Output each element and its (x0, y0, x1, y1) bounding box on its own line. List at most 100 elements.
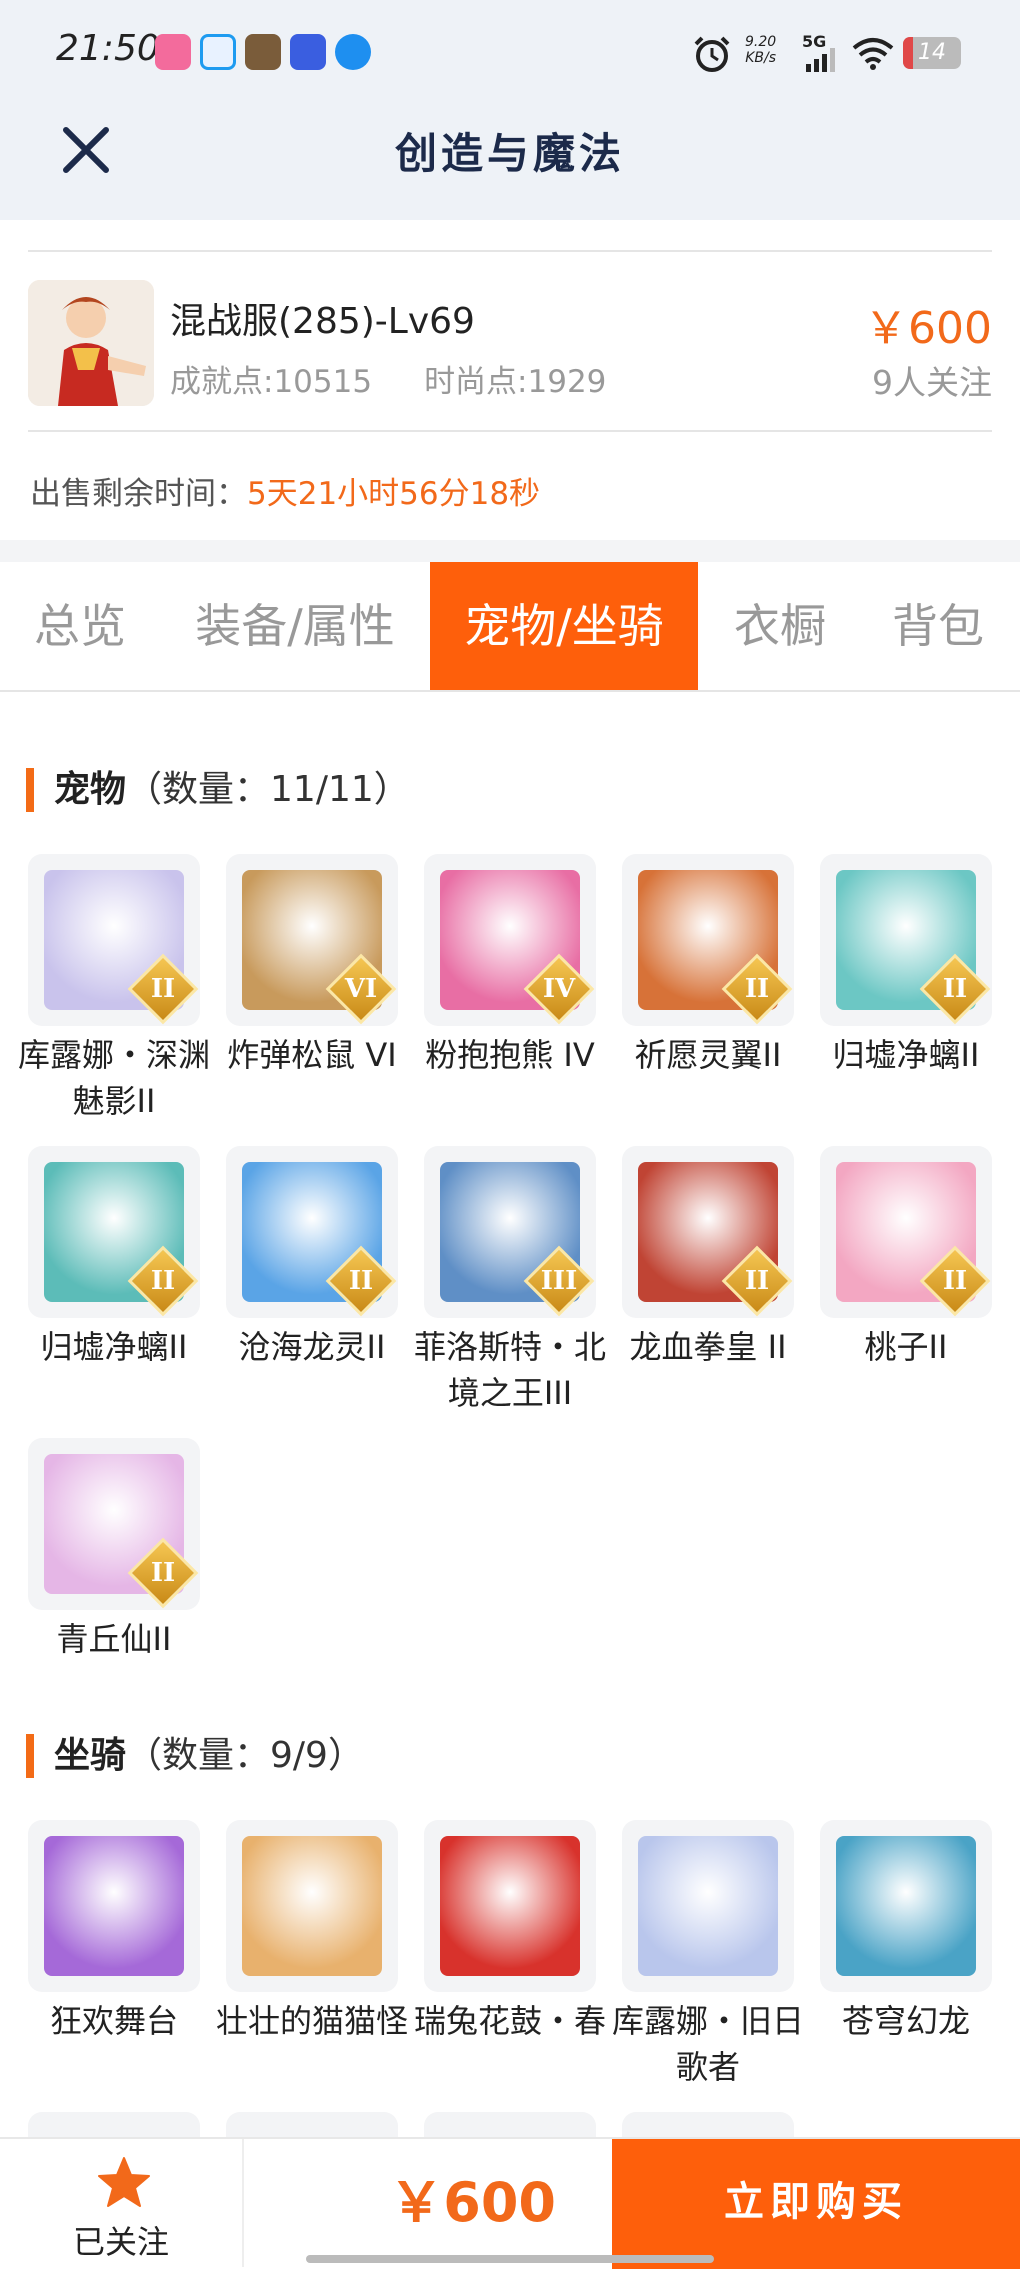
grid-item[interactable]: II 沧海龙灵II (226, 1146, 398, 1370)
grid-item[interactable]: II 归墟净螭II (28, 1146, 200, 1370)
k-app-icon (335, 34, 371, 70)
grid-item[interactable]: II 归墟净螭II (820, 854, 992, 1078)
product-price: ￥600 (864, 303, 992, 354)
item-label: 菲洛斯特・北境之王III (413, 1328, 606, 1412)
tier-badge-text: II (150, 974, 176, 1004)
follow-label: 已关注 (72, 2223, 169, 2261)
bilibili-icon (155, 34, 191, 70)
grid-item[interactable]: 苍穹幻龙 (820, 1820, 992, 2044)
tab-backpack[interactable]: 背包 (868, 562, 1008, 690)
item-label: 库露娜・深渊魅影II (17, 1036, 210, 1120)
tier-badge-text: III (540, 1266, 578, 1296)
grid-item[interactable]: II 祈愿灵翼II (622, 854, 794, 1078)
buy-now-button[interactable]: 立即购买 (612, 2139, 1020, 2269)
signal-icon (806, 48, 835, 72)
tieba-icon (290, 34, 326, 70)
alarm-icon (694, 36, 730, 72)
item-label: 龙血拳皇 II (629, 1328, 787, 1366)
tier-badge-text: IV (542, 974, 576, 1004)
bottom-price: ￥600 (389, 2171, 556, 2234)
item-image (622, 1820, 794, 1992)
grid-item[interactable]: 库露娜・旧日歌者 (612, 1820, 804, 2090)
mounts-title: 坐骑 (54, 1735, 127, 1776)
section-divider (0, 540, 1020, 562)
tier-badge-text: VI (344, 974, 378, 1004)
game-icon (245, 34, 281, 70)
item-image (820, 1820, 992, 1992)
tier-badge-text: II (150, 1558, 176, 1588)
item-art (638, 1836, 778, 1976)
item-image: II (28, 1146, 200, 1318)
item-image: II (226, 1146, 398, 1318)
tier-badge-text: II (942, 974, 968, 1004)
achievement-points: 成就点:10515 (170, 364, 373, 400)
item-image: II (28, 854, 200, 1026)
grid-item[interactable]: IV 粉抱抱熊 IV (424, 854, 596, 1078)
nav-bar: 创造与魔法 (0, 100, 1020, 220)
pets-count: （数量：11/11） (126, 769, 410, 810)
item-label: 祈愿灵翼II (634, 1036, 782, 1074)
item-image (226, 1820, 398, 1992)
grid-item[interactable]: VI 炸弹松鼠 VI (226, 854, 398, 1078)
fashion-points: 时尚点:1929 (424, 364, 607, 400)
grid-item[interactable]: II 龙血拳皇 II (622, 1146, 794, 1370)
item-label: 苍穹幻龙 (841, 2002, 970, 2040)
net-speed-value: 9.20 (745, 34, 777, 50)
tier-badge-text: II (942, 1266, 968, 1296)
item-art (836, 1836, 976, 1976)
grid-item[interactable]: III 菲洛斯特・北境之王III (414, 1146, 606, 1416)
home-indicator[interactable] (306, 2255, 714, 2263)
item-art (242, 1836, 382, 1976)
tab-pets-mounts[interactable]: 宠物/坐骑 (430, 562, 698, 690)
item-image (28, 1820, 200, 1992)
item-label: 桃子II (864, 1328, 948, 1366)
item-image (424, 1820, 596, 1992)
mounts-count: （数量：9/9） (126, 1735, 364, 1776)
tab-bar: 总览 装备/属性 宠物/坐骑 衣橱 背包 (0, 562, 1020, 692)
role-stats: 成就点:10515 时尚点:1929 (170, 356, 606, 401)
item-label: 炸弹松鼠 VI (227, 1036, 397, 1074)
item-image: II (820, 1146, 992, 1318)
item-image: II (622, 1146, 794, 1318)
grid-item[interactable]: 壮壮的猫猫怪 (216, 1820, 408, 2044)
net-speed-unit: KB/s (745, 50, 776, 66)
wifi-icon (852, 38, 894, 70)
tab-equipment[interactable]: 装备/属性 (180, 562, 410, 690)
item-label: 壮壮的猫猫怪 (215, 2002, 408, 2040)
grid-item[interactable]: 瑞兔花鼓・春 (414, 1820, 606, 2044)
product-card[interactable]: 混战服(285)-Lv69 成就点:10515 时尚点:1929 ￥600 9人关… (28, 250, 992, 432)
follow-button[interactable]: 已关注 (0, 2139, 244, 2267)
status-time: 21:50 (56, 28, 160, 69)
item-label: 库露娜・旧日歌者 (611, 2002, 804, 2086)
item-label: 归墟净螭II (40, 1328, 188, 1366)
item-label: 青丘仙II (56, 1620, 172, 1658)
tab-overview[interactable]: 总览 (0, 562, 160, 690)
item-image: II (28, 1438, 200, 1610)
tab-wardrobe[interactable]: 衣橱 (712, 562, 848, 690)
sale-remaining: 出售剩余时间：5天21小时56分18秒 (30, 468, 540, 513)
role-name: 混战服(285)-Lv69 (170, 301, 475, 342)
follower-count: 9人关注 (872, 363, 992, 402)
item-image: II (820, 854, 992, 1026)
item-label: 瑞兔花鼓・春 (413, 2002, 606, 2040)
item-label: 归墟净螭II (832, 1036, 980, 1074)
status-bar: 21:50 9.20 KB/s 5G 14 (0, 0, 1020, 100)
item-label: 狂欢舞台 (49, 2002, 178, 2040)
role-avatar (28, 280, 154, 406)
battery-level: 14 (918, 40, 946, 65)
grid-item[interactable]: II 库露娜・深渊魅影II (18, 854, 210, 1124)
bottom-action-bar: 已关注 ￥600 立即购买 (0, 2137, 1020, 2269)
grid-item[interactable]: 狂欢舞台 (28, 1820, 200, 2044)
item-label: 沧海龙灵II (238, 1328, 386, 1366)
mounts-section-title: 坐骑（数量：9/9） (26, 1734, 364, 1778)
qq-icon (200, 34, 236, 70)
tier-badge-text: II (348, 1266, 374, 1296)
tier-badge-text: II (744, 974, 770, 1004)
grid-item[interactable]: II 桃子II (820, 1146, 992, 1370)
item-art (440, 1836, 580, 1976)
grid-item[interactable]: II 青丘仙II (28, 1438, 200, 1662)
item-art (44, 1836, 184, 1976)
tier-badge-text: II (150, 1266, 176, 1296)
item-image: IV (424, 854, 596, 1026)
page-title: 创造与魔法 (394, 129, 625, 178)
